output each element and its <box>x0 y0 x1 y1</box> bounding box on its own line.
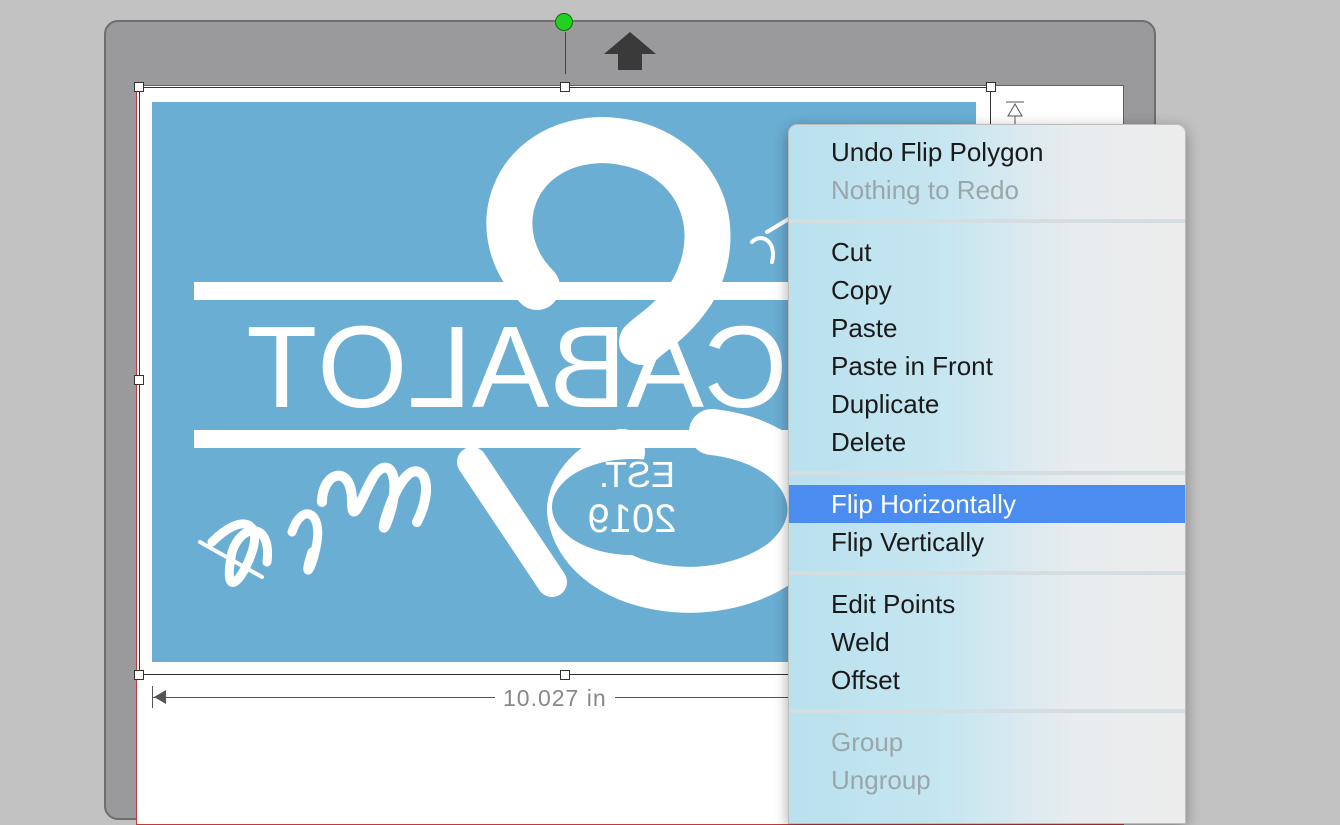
menu-item-ungroup: Ungroup <box>831 765 931 795</box>
resize-handle-middle-left[interactable] <box>134 375 144 385</box>
script-flourish <box>750 215 794 264</box>
menu-item-edit-points[interactable]: Edit Points <box>789 585 1185 623</box>
width-dimension-line <box>153 697 793 698</box>
context-menu: Undo Flip Polygon Nothing to Redo Cut Co… <box>788 124 1186 824</box>
resize-handle-top-left[interactable] <box>134 82 144 92</box>
script-lettering-3 <box>317 462 432 533</box>
resize-handle-bottom-center[interactable] <box>560 670 570 680</box>
resize-handle-top-right[interactable] <box>986 82 996 92</box>
design-year-text: 2019 <box>588 497 677 541</box>
menu-item-flip-horizontally[interactable]: Flip Horizontally <box>789 485 1185 523</box>
menu-item-weld[interactable]: Weld <box>789 623 1185 661</box>
rotation-handle-line <box>565 32 566 74</box>
resize-handle-top-center[interactable] <box>560 82 570 92</box>
menu-item-cut[interactable]: Cut <box>789 233 1185 271</box>
resize-handle-bottom-left[interactable] <box>134 670 144 680</box>
height-dimension-arrow-icon <box>1006 101 1024 124</box>
rotate-handle[interactable] <box>555 13 573 31</box>
menu-separator <box>789 471 1185 475</box>
menu-item-undo[interactable]: Undo Flip Polygon <box>789 133 1185 171</box>
menu-item-group: Group <box>831 727 904 757</box>
menu-item-offset[interactable]: Offset <box>789 661 1185 699</box>
design-name-text: CABALOT <box>246 302 787 432</box>
menu-item-paste[interactable]: Paste <box>789 309 1185 347</box>
menu-item-duplicate[interactable]: Duplicate <box>789 385 1185 423</box>
ampersand-tail <box>457 447 567 597</box>
width-dimension-tick <box>152 686 153 708</box>
menu-separator <box>789 709 1185 713</box>
menu-item-delete[interactable]: Delete <box>789 423 1185 461</box>
menu-separator <box>789 219 1185 223</box>
menu-separator <box>789 571 1185 575</box>
menu-item-copy[interactable]: Copy <box>789 271 1185 309</box>
menu-item-flip-vertically[interactable]: Flip Vertically <box>789 523 1185 561</box>
top-bar <box>194 282 844 300</box>
width-dimension-arrow-icon <box>154 690 166 704</box>
menu-item-redo: Nothing to Redo <box>831 175 1019 205</box>
width-dimension-label: 10.027 in <box>495 685 615 712</box>
menu-item-paste-in-front[interactable]: Paste in Front <box>789 347 1185 385</box>
design-est-text: EST. <box>599 454 675 495</box>
feed-direction-arrow-icon <box>604 32 656 70</box>
script-lettering-2 <box>287 509 323 575</box>
bottom-bar <box>194 430 844 448</box>
